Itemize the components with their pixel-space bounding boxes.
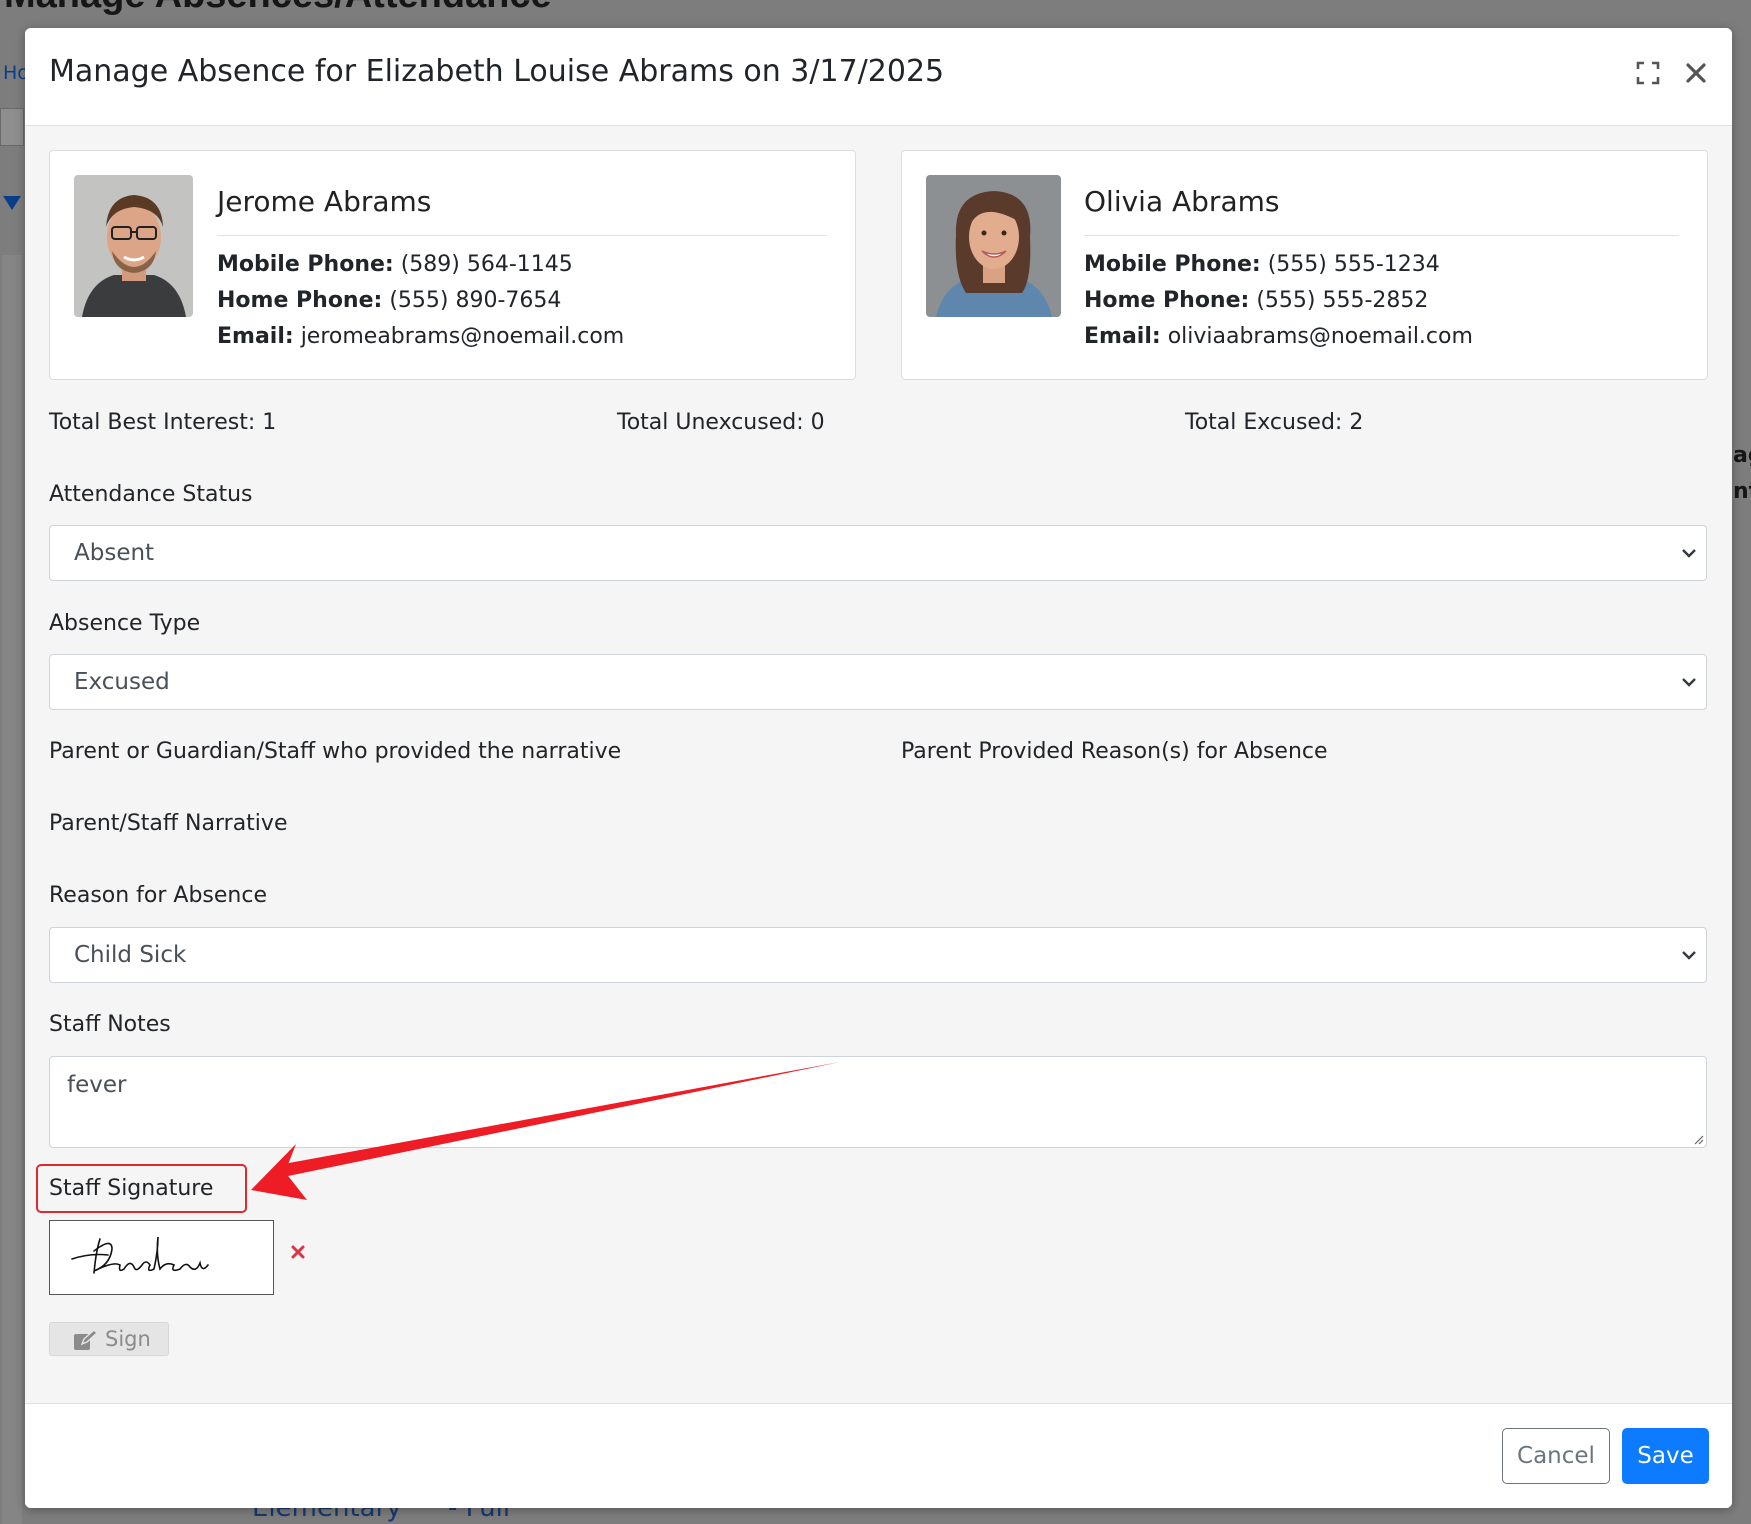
chevron-down-icon [1682, 549, 1696, 558]
reason-for-absence-value: Child Sick [74, 942, 187, 968]
sign-button-label: Sign [105, 1327, 151, 1351]
email-label: Email: [1084, 324, 1161, 349]
close-icon[interactable] [1683, 60, 1709, 86]
absence-type-label: Absence Type [49, 611, 201, 636]
background-right-fragment-line: ag [1733, 443, 1751, 468]
background-right-fragment: ag nt/ [1733, 438, 1751, 510]
narrative-provider-label: Parent or Guardian/Staff who provided th… [49, 739, 622, 764]
parent-card: Olivia Abrams Mobile Phone: (555) 555-12… [901, 150, 1708, 380]
background-right-fragment-line: nt/ [1733, 479, 1751, 504]
signature-image [71, 1236, 209, 1274]
absence-type-select[interactable]: Excused [49, 654, 1707, 710]
parent-name: Jerome Abrams [217, 185, 432, 218]
cancel-button[interactable]: Cancel [1502, 1428, 1610, 1484]
save-button[interactable]: Save [1622, 1428, 1709, 1484]
email-label: Email: [217, 324, 294, 349]
expand-icon[interactable] [1636, 61, 1660, 85]
signature-pad[interactable] [49, 1220, 274, 1295]
staff-notes-textarea[interactable]: fever [49, 1056, 1707, 1148]
email-value: oliviaabrams@noemail.com [1167, 324, 1473, 349]
sign-button[interactable]: Sign [49, 1322, 169, 1356]
narrative-label: Parent/Staff Narrative [49, 811, 288, 836]
annotation-highlight-box [36, 1164, 247, 1213]
background-panel [2, 255, 22, 1524]
parent-photo [926, 175, 1061, 317]
absence-type-value: Excused [74, 669, 170, 695]
chevron-down-icon [1682, 678, 1696, 687]
parent-reasons-label: Parent Provided Reason(s) for Absence [901, 739, 1328, 764]
mobile-phone-value: (589) 564-1145 [400, 252, 573, 277]
total-excused: Total Excused: 2 [1185, 410, 1364, 435]
chevron-down-icon [1682, 951, 1696, 960]
home-phone-label: Home Phone: [1084, 288, 1250, 313]
parent-contact: Mobile Phone: (555) 555-1234 Home Phone:… [1084, 247, 1473, 355]
modal-header: Manage Absence for Elizabeth Louise Abra… [25, 28, 1732, 126]
manage-absence-modal: Manage Absence for Elizabeth Louise Abra… [25, 28, 1732, 1508]
reason-for-absence-label: Reason for Absence [49, 883, 268, 908]
attendance-status-select[interactable]: Absent [49, 525, 1707, 581]
background-search-box [0, 108, 24, 146]
mobile-phone-value: (555) 555-1234 [1267, 252, 1440, 277]
home-phone-value: (555) 890-7654 [389, 288, 562, 313]
home-phone-value: (555) 555-2852 [1256, 288, 1429, 313]
parent-contact: Mobile Phone: (589) 564-1145 Home Phone:… [217, 247, 624, 355]
modal-footer [25, 1403, 1732, 1508]
mobile-phone-label: Mobile Phone: [1084, 252, 1261, 277]
parent-photo [74, 175, 193, 317]
parent-card: Jerome Abrams Mobile Phone: (589) 564-11… [49, 150, 856, 380]
background-page-title: Manage Absences/Attendance [4, 0, 552, 17]
modal-title: Manage Absence for Elizabeth Louise Abra… [49, 54, 945, 89]
email-value: jeromeabrams@noemail.com [300, 324, 625, 349]
resize-grip-icon[interactable] [1692, 1133, 1704, 1145]
filter-icon [3, 196, 21, 210]
total-best-interest: Total Best Interest: 1 [49, 410, 277, 435]
attendance-status-label: Attendance Status [49, 482, 253, 507]
pen-square-icon [74, 1329, 97, 1350]
staff-notes-value: fever [67, 1072, 127, 1098]
reason-for-absence-select[interactable]: Child Sick [49, 927, 1707, 983]
card-divider [1084, 235, 1679, 236]
card-divider [217, 235, 827, 236]
staff-notes-label: Staff Notes [49, 1012, 171, 1037]
attendance-status-value: Absent [74, 540, 155, 566]
parent-name: Olivia Abrams [1084, 185, 1280, 218]
home-phone-label: Home Phone: [217, 288, 383, 313]
mobile-phone-label: Mobile Phone: [217, 252, 394, 277]
total-unexcused: Total Unexcused: 0 [617, 410, 825, 435]
clear-signature-icon[interactable] [290, 1244, 306, 1260]
